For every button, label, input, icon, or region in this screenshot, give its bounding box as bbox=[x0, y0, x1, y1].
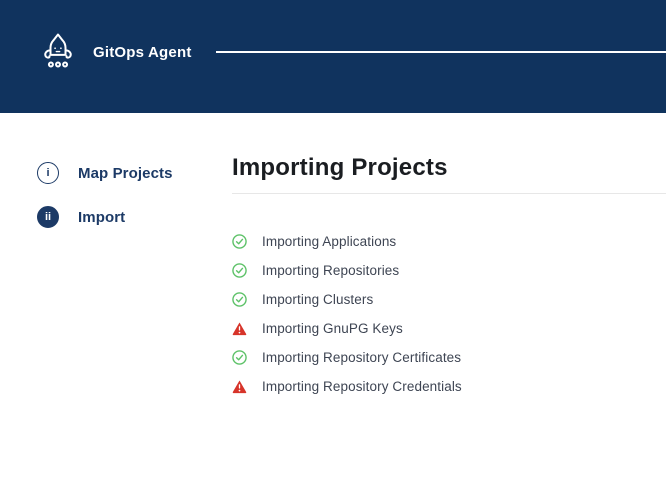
import-status-label: Importing Repositories bbox=[262, 263, 399, 278]
import-status-list: Importing Applications Importing Reposit… bbox=[232, 227, 666, 401]
wizard-step-map-projects[interactable]: i Map Projects bbox=[37, 162, 232, 184]
app-header: GitOps Agent bbox=[0, 0, 666, 113]
warning-triangle-icon bbox=[232, 379, 247, 394]
check-circle-icon bbox=[232, 263, 247, 278]
argo-octopus-icon bbox=[38, 29, 78, 75]
import-status-label: Importing Repository Credentials bbox=[262, 379, 462, 394]
import-status-row: Importing Repository Certificates bbox=[232, 343, 666, 372]
wizard-step-import[interactable]: ii Import bbox=[37, 206, 232, 228]
step-number-badge: i bbox=[37, 162, 59, 184]
import-panel: Importing Projects Importing Application… bbox=[232, 113, 666, 401]
import-status-label: Importing Applications bbox=[262, 234, 396, 249]
wizard-steps-sidebar: i Map Projects ii Import bbox=[0, 113, 232, 250]
check-circle-icon bbox=[232, 292, 247, 307]
check-circle-icon bbox=[232, 350, 247, 365]
import-status-row: Importing Repositories bbox=[232, 256, 666, 285]
step-number-badge: ii bbox=[37, 206, 59, 228]
import-status-label: Importing Clusters bbox=[262, 292, 373, 307]
title-divider bbox=[232, 193, 666, 194]
import-status-row: Importing Clusters bbox=[232, 285, 666, 314]
step-label: Map Projects bbox=[78, 165, 173, 182]
import-status-row: Importing Applications bbox=[232, 227, 666, 256]
step-label: Import bbox=[78, 209, 125, 226]
app-title: GitOps Agent bbox=[93, 44, 192, 61]
header-divider-line bbox=[216, 51, 666, 53]
warning-triangle-icon bbox=[232, 321, 247, 336]
import-status-label: Importing Repository Certificates bbox=[262, 350, 461, 365]
content-area: i Map Projects ii Import Importing Proje… bbox=[0, 113, 666, 401]
import-status-row: Importing Repository Credentials bbox=[232, 372, 666, 401]
import-status-row: Importing GnuPG Keys bbox=[232, 314, 666, 343]
page-title: Importing Projects bbox=[232, 154, 666, 182]
check-circle-icon bbox=[232, 234, 247, 249]
import-status-label: Importing GnuPG Keys bbox=[262, 321, 403, 336]
